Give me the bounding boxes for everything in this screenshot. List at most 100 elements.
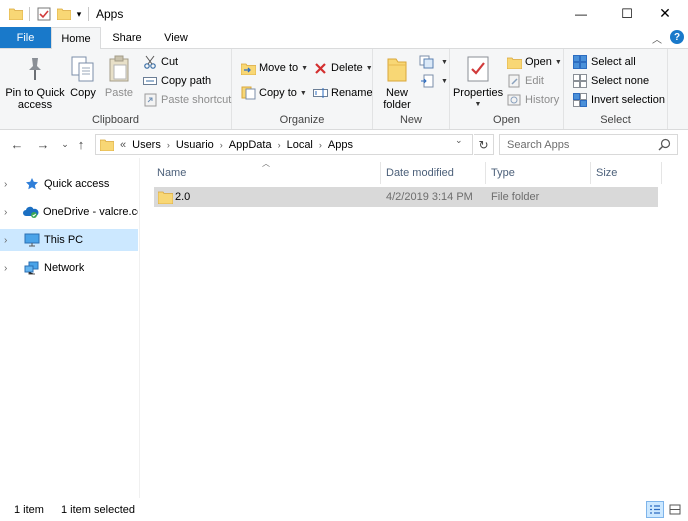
breadcrumb-users[interactable]: Users [132,139,161,151]
history-button[interactable]: History [506,91,559,109]
window-title: Apps [96,7,124,21]
pin-quick-access-button[interactable]: Pin to Quick access [4,53,66,111]
search-icon [658,138,671,154]
folder-icon[interactable] [8,6,24,22]
file-date-modified: 4/2/2019 3:14 PM [386,191,473,203]
address-bar[interactable]: « Users › Usuario › AppData › Local › Ap… [95,134,473,155]
search-placeholder: Search Apps [507,138,570,151]
properties-quick-icon[interactable] [36,6,52,22]
cut-button[interactable]: Cut [142,53,178,71]
rename-icon [312,85,328,101]
select-none-icon [572,73,588,89]
chevron-right-icon[interactable]: › [4,235,16,246]
tab-share[interactable]: Share [106,27,148,48]
help-icon[interactable]: ? [670,30,684,44]
large-icons-view-icon[interactable] [666,501,684,518]
properties-icon [462,53,494,85]
tab-view[interactable]: View [155,27,197,48]
search-input[interactable]: Search Apps [499,134,678,155]
scissors-icon [142,54,158,70]
title-bar: ▾ Apps — ☐ ✕ [0,0,688,27]
delete-button[interactable]: Delete ▼ [312,59,373,77]
column-header-size[interactable]: Size [591,162,661,184]
invert-selection-button[interactable]: Invert selection [572,91,665,109]
move-to-button[interactable]: Move to ▼ [240,59,308,77]
rename-button[interactable]: Rename [312,84,373,102]
up-arrow-icon[interactable]: ↑ [72,135,90,153]
chevron-down-icon: ▼ [299,89,307,97]
properties-button[interactable]: Properties ▼ [453,53,503,111]
open-button[interactable]: Open ▼ [506,53,562,71]
breadcrumb-apps[interactable]: Apps [328,139,353,151]
chevron-right-icon[interactable]: › [4,207,15,218]
ribbon-tabs: File Home Share View ︿ ? [0,27,688,49]
column-header-type[interactable]: Type [486,162,590,184]
breadcrumb-usuario[interactable]: Usuario [176,139,214,151]
nav-item-onedrive[interactable]: › OneDrive - valcre.cor [0,201,138,223]
select-none-button[interactable]: Select none [572,72,649,90]
column-header-date-modified[interactable]: Date modified [381,162,485,184]
copy-path-button[interactable]: Copy path [142,72,211,90]
organize-group: Move to ▼ Copy to ▼ Delete ▼ Rename Organiz… [232,49,373,129]
open-group-label: Open [493,114,520,126]
nav-item-network[interactable]: › Network [0,257,138,279]
chevron-right-icon[interactable]: › [167,140,170,150]
chevron-up-icon[interactable]: ︿ [652,31,662,46]
chevron-down-icon: ▼ [301,64,309,72]
paste-button[interactable]: Paste [102,53,136,99]
edit-button[interactable]: Edit [506,72,544,90]
folder-icon [158,187,173,207]
chevron-right-icon[interactable]: › [4,179,16,190]
minimize-button[interactable]: — [558,0,604,27]
folder-icon [100,139,114,151]
details-view-icon[interactable] [646,501,664,518]
chevron-down-icon: ▼ [441,77,448,85]
open-folder-icon [506,54,522,70]
new-folder-button[interactable]: New folder [379,53,415,111]
copy-button[interactable]: Copy [66,53,100,99]
new-folder-quick-icon[interactable] [56,6,72,22]
paste-shortcut-button[interactable]: Paste shortcut [142,91,231,109]
table-row[interactable]: 2.0 4/2/2019 3:14 PM File folder [154,187,658,207]
refresh-icon[interactable]: ↻ [474,134,494,155]
new-group: New folder ▼ ▼ New [373,49,450,129]
easy-access-icon [419,73,435,89]
chevron-right-icon[interactable]: › [278,140,281,150]
forward-arrow-icon[interactable]: → [34,135,52,153]
new-item-button[interactable]: ▼ [419,53,448,71]
tab-home[interactable]: Home [51,27,101,49]
copy-to-button[interactable]: Copy to ▼ [240,84,307,102]
cloud-icon [22,204,39,220]
network-icon [24,260,40,276]
breadcrumb-local[interactable]: Local [287,139,313,151]
pin-icon [19,53,51,85]
select-all-button[interactable]: Select all [572,53,636,71]
item-count: 1 item [14,504,44,516]
breadcrumb-overflow[interactable]: « [120,139,126,151]
file-type: File folder [491,191,540,203]
star-icon [24,176,40,192]
organize-group-label: Organize [279,114,325,126]
pin-label: Pin to Quick access [5,87,65,111]
column-header-name[interactable]: Name [152,162,380,184]
chevron-right-icon[interactable]: › [319,140,322,150]
chevron-right-icon[interactable]: › [4,263,16,274]
file-name: 2.0 [175,191,191,203]
address-row: ← → ⌄ ↑ « Users › Usuario › AppData › Lo… [0,130,688,158]
back-arrow-icon[interactable]: ← [8,135,26,153]
tab-file[interactable]: File [0,27,51,48]
clipboard-group-label: Clipboard [91,114,140,126]
address-history-icon[interactable]: ⌄ [455,135,463,146]
history-icon [506,92,522,108]
nav-item-this-pc[interactable]: › This PC [0,229,138,251]
nav-item-quick-access[interactable]: › Quick access [0,173,138,195]
status-bar: 1 item 1 item selected [0,498,688,521]
breadcrumb-appdata[interactable]: AppData [229,139,272,151]
close-button[interactable]: ✕ [642,0,688,27]
clipboard-group: Pin to Quick access Copy Paste Cut Copy … [0,49,232,129]
invert-selection-icon [572,92,588,108]
edit-icon [506,73,522,89]
easy-access-button[interactable]: ▼ [419,72,448,90]
chevron-right-icon[interactable]: › [220,140,223,150]
customize-quick-access-icon[interactable]: ▾ [74,6,84,22]
